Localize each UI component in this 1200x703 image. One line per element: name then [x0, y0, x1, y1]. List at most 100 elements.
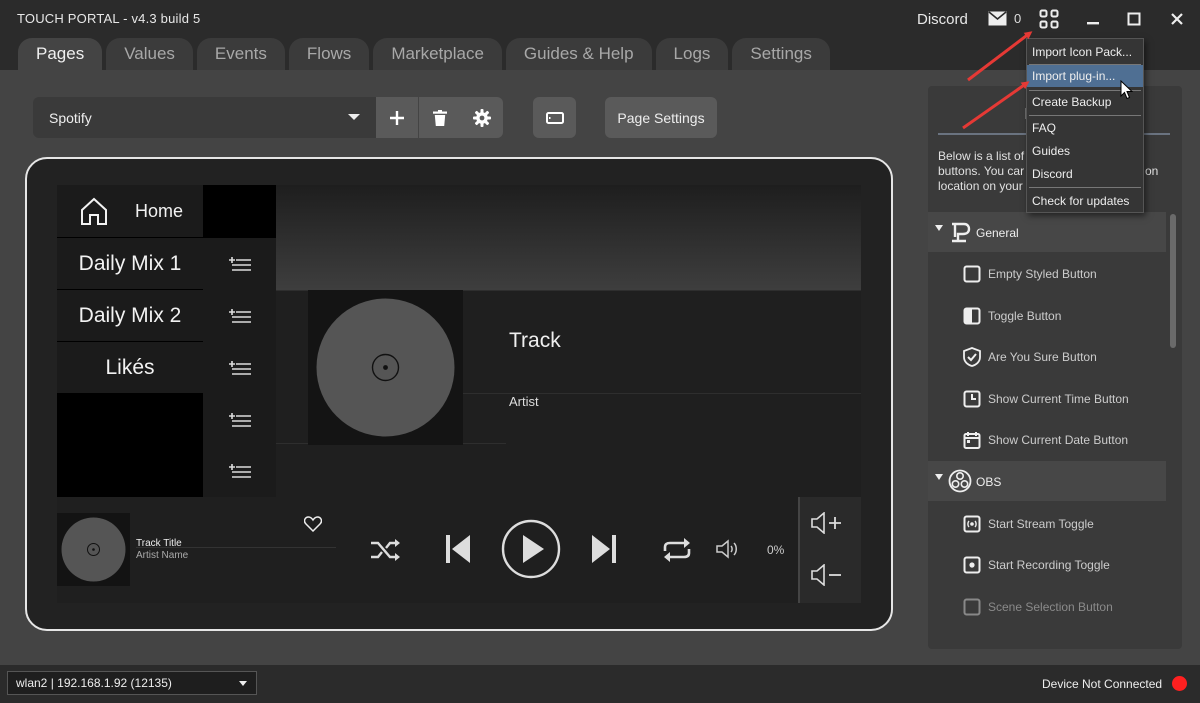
track-name: Track — [509, 329, 561, 352]
page-options-button[interactable] — [461, 97, 503, 138]
menu-item-check-updates[interactable]: Check for updates — [1027, 190, 1143, 212]
gear-icon — [473, 108, 491, 127]
discord-link[interactable]: Discord — [917, 11, 968, 28]
add-to-queue-icon — [228, 464, 251, 478]
playlist-button-daily-mix-1[interactable]: Daily Mix 1 — [57, 238, 203, 289]
app-title: TOUCH PORTAL - v4.3 build 5 — [17, 11, 201, 26]
shuffle-button[interactable] — [369, 535, 403, 565]
previous-button[interactable] — [441, 531, 475, 567]
action-item[interactable]: Toggle Button — [928, 296, 1166, 336]
minimize-button[interactable] — [1082, 9, 1104, 29]
menu-separator — [1029, 115, 1141, 116]
mail-button[interactable]: 0 — [988, 11, 1021, 26]
next-button[interactable] — [587, 531, 621, 567]
menu-item-discord[interactable]: Discord — [1027, 163, 1143, 185]
action-label: Are You Sure Button — [988, 350, 1097, 364]
category-general[interactable]: General — [928, 212, 1166, 252]
tab-settings[interactable]: Settings — [732, 38, 830, 70]
page-select[interactable]: Spotify — [33, 97, 376, 138]
action-item[interactable]: Start Recording Toggle — [928, 545, 1166, 585]
action-item[interactable]: Scene Selection Button — [928, 587, 1166, 627]
chevron-down-icon — [239, 681, 247, 686]
tab-marketplace[interactable]: Marketplace — [373, 38, 502, 70]
volume-up-button[interactable] — [810, 510, 844, 536]
volume-down-button[interactable] — [810, 562, 844, 588]
mouse-cursor-icon — [1120, 80, 1134, 100]
tab-values[interactable]: Values — [106, 38, 193, 70]
caret-down-icon — [935, 474, 943, 480]
menu-item-guides[interactable]: Guides — [1027, 140, 1143, 162]
title-bar: TOUCH PORTAL - v4.3 build 5 Discord 0 — [0, 0, 1200, 38]
heart-icon — [304, 516, 322, 532]
maximize-icon — [1127, 12, 1141, 26]
repeat-button[interactable] — [660, 535, 694, 565]
caret-down-icon — [935, 225, 943, 231]
mail-icon — [988, 11, 1007, 26]
mini-album-art — [57, 513, 130, 586]
play-icon — [501, 519, 561, 579]
clock-icon — [962, 389, 982, 409]
add-to-queue-button[interactable] — [203, 290, 276, 342]
like-button[interactable] — [301, 512, 325, 536]
close-button[interactable] — [1166, 9, 1188, 29]
main-dropdown-menu: Import Icon Pack... Import plug-in... Cr… — [1026, 38, 1144, 213]
vinyl-disc-icon — [61, 517, 126, 582]
home-label: Home — [135, 200, 184, 221]
add-page-button[interactable] — [376, 97, 418, 138]
player-bar: Track Title Artist Name 0% — [57, 497, 861, 603]
page-select-value: Spotify — [49, 109, 92, 126]
menu-item-import-icon-pack[interactable]: Import Icon Pack... — [1027, 41, 1143, 63]
playlist-button-daily-mix-2[interactable]: Daily Mix 2 — [57, 290, 203, 341]
maximize-button[interactable] — [1123, 9, 1145, 29]
action-item[interactable]: Show Current Time Button — [928, 379, 1166, 419]
action-item[interactable]: Empty Styled Button — [928, 254, 1166, 294]
delete-page-button[interactable] — [419, 97, 461, 138]
header-button[interactable] — [276, 185, 861, 290]
category-obs[interactable]: OBS — [928, 461, 1166, 501]
tab-guides-help[interactable]: Guides & Help — [505, 38, 652, 70]
add-to-queue-icon — [228, 413, 251, 427]
action-item[interactable]: Start Stream Toggle — [928, 504, 1166, 544]
action-label: Start Recording Toggle — [988, 558, 1110, 572]
panel-scrollbar[interactable] — [1170, 214, 1176, 348]
tab-pages[interactable]: Pages — [18, 38, 103, 70]
action-item[interactable]: Show Current Date Button — [928, 420, 1166, 460]
tab-logs[interactable]: Logs — [655, 38, 729, 70]
tab-events[interactable]: Events — [196, 38, 285, 70]
menu-grid-button[interactable] — [1038, 9, 1060, 29]
repeat-icon — [663, 538, 691, 562]
add-to-queue-button[interactable] — [203, 445, 276, 497]
action-item[interactable]: Are You Sure Button — [928, 337, 1166, 377]
skip-next-icon — [592, 535, 616, 563]
plus-icon — [390, 110, 404, 125]
add-to-queue-icon — [228, 309, 251, 323]
page-settings-button[interactable]: Page Settings — [605, 97, 717, 138]
add-to-queue-button[interactable] — [203, 342, 276, 394]
trash-icon — [433, 109, 447, 126]
mail-count: 0 — [1014, 11, 1022, 26]
playlist-label: Daily Mix 2 — [78, 303, 182, 327]
orientation-button[interactable] — [533, 97, 576, 138]
connection-status: Device Not Connected — [1042, 677, 1163, 691]
playlist-button-likes[interactable]: Likés — [57, 342, 203, 393]
volume-up-icon — [811, 512, 841, 534]
description-line-end: on — [1145, 164, 1159, 178]
home-icon — [81, 197, 107, 225]
home-button[interactable]: Home — [57, 185, 203, 237]
volume-button[interactable] — [714, 537, 742, 561]
volume-percent: 0% — [767, 543, 785, 557]
player-artist-name: Artist Name — [136, 550, 189, 561]
add-to-queue-icon — [228, 361, 251, 375]
add-to-queue-button[interactable] — [203, 394, 276, 446]
minimize-icon — [1087, 22, 1099, 25]
broadcast-icon — [962, 514, 982, 534]
network-select[interactable]: wlan2 | 192.168.1.92 (12135) — [7, 671, 257, 695]
menu-item-faq[interactable]: FAQ — [1027, 117, 1143, 139]
action-label: Toggle Button — [988, 309, 1062, 323]
play-button[interactable] — [501, 519, 561, 579]
add-to-queue-button[interactable] — [203, 238, 276, 290]
speaker-icon — [716, 539, 737, 559]
volume-panel — [798, 497, 861, 603]
tab-flows[interactable]: Flows — [288, 38, 370, 70]
vinyl-disc-icon — [316, 298, 455, 437]
